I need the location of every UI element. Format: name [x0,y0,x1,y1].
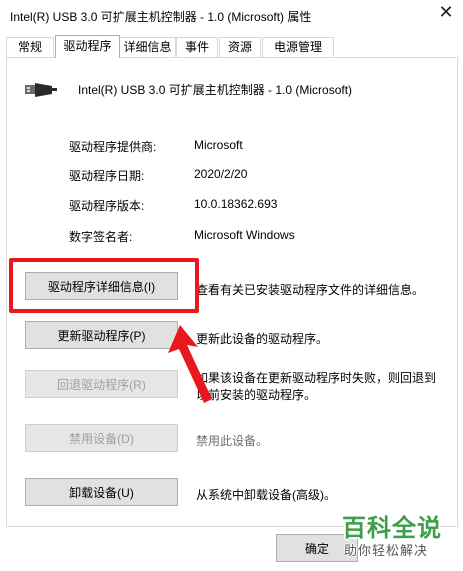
tab-details[interactable]: 详细信息 [119,37,176,57]
signer-value: Microsoft Windows [194,228,295,242]
roll-back-driver-button[interactable]: 回退驱动程序(R) [25,370,178,398]
date-value: 2020/2/20 [194,167,248,181]
tab-general[interactable]: 常规 [6,37,54,57]
version-label: 驱动程序版本: [69,199,145,213]
watermark-main: 百科全说 [342,515,442,542]
update-driver-button[interactable]: 更新驱动程序(P) [25,321,178,349]
disable-device-button[interactable]: 禁用设备(D) [25,424,178,452]
usb-plug-icon [25,83,57,97]
uninstall-device-desc: 从系统中卸载设备(高级)。 [196,488,336,502]
disable-device-desc: 禁用此设备。 [196,434,269,448]
device-name: Intel(R) USB 3.0 可扩展主机控制器 - 1.0 (Microso… [78,83,353,97]
date-label: 驱动程序日期: [69,169,145,183]
version-value: 10.0.18362.693 [194,197,278,211]
red-arrow-annotation [168,325,212,403]
provider-value: Microsoft [194,138,243,152]
close-icon[interactable]: ✕ [436,2,456,22]
tab-power-management[interactable]: 电源管理 [262,37,334,57]
window-title: Intel(R) USB 3.0 可扩展主机控制器 - 1.0 (Microso… [10,10,312,24]
watermark-sub: 助你轻松解决 [344,543,429,558]
tab-driver[interactable]: 驱动程序 [55,35,120,58]
tab-resources[interactable]: 资源 [219,37,261,57]
watermark: 百科全说 助你轻松解决 [334,508,452,566]
provider-label: 驱动程序提供商: [69,140,157,154]
title-bar: Intel(R) USB 3.0 可扩展主机控制器 - 1.0 (Microso… [0,0,463,30]
tab-events[interactable]: 事件 [176,37,218,57]
signer-label: 数字签名者: [69,230,133,244]
roll-back-desc-line1: 如果该设备在更新驱动程序时失败，则回退到 [196,371,437,385]
highlight-box [9,258,199,313]
driver-details-desc: 查看有关已安装驱动程序文件的详细信息。 [196,283,425,297]
uninstall-device-button[interactable]: 卸载设备(U) [25,478,178,506]
